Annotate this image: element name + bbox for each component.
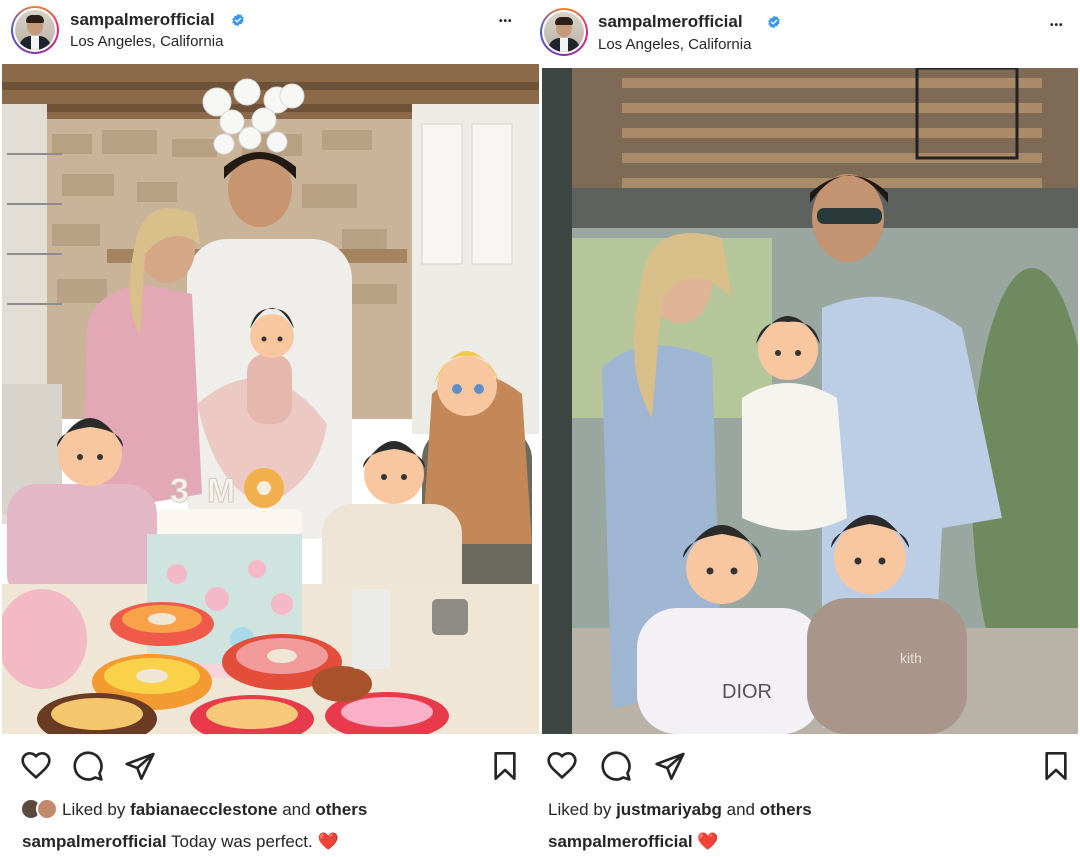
post-caption: sampalmerofficial Today was perfect. ❤️	[22, 832, 339, 852]
more-options-icon[interactable]: •••	[499, 16, 513, 27]
comment-icon[interactable]	[72, 750, 104, 782]
likes-joiner: and	[726, 800, 755, 819]
more-options-icon[interactable]: •••	[1050, 20, 1064, 31]
cake-topper: 3	[170, 472, 189, 510]
shirt-text: DIOR	[722, 681, 772, 703]
post-location[interactable]: Los Angeles, California	[598, 36, 751, 53]
emoji-face	[250, 308, 294, 358]
post-location[interactable]: Los Angeles, California	[70, 33, 223, 50]
caption-text: Today was perfect.	[170, 832, 313, 851]
post-header: sampalmerofficial Los Angeles, Californi…	[0, 0, 540, 64]
likes-others[interactable]: others	[760, 800, 812, 819]
post-actions	[0, 747, 540, 787]
bookmark-icon[interactable]	[489, 750, 521, 782]
likes-joiner: and	[282, 800, 311, 819]
liker-username[interactable]: justmariyabg	[616, 800, 722, 819]
verified-badge-icon	[232, 13, 244, 27]
likes-prefix: Liked by	[62, 800, 126, 819]
heart-icon[interactable]	[546, 750, 578, 782]
svg-text:M: M	[207, 472, 235, 510]
liker-username[interactable]: fabianaecclestone	[130, 800, 277, 819]
likes-others[interactable]: others	[315, 800, 367, 819]
red-heart-emoji: ❤️	[697, 832, 719, 851]
profile-avatar[interactable]	[540, 8, 588, 56]
share-icon[interactable]	[654, 750, 686, 782]
verified-badge-icon	[768, 15, 780, 29]
liker-avatar[interactable]	[36, 798, 58, 820]
likes-line: Liked by justmariyabg and others	[548, 800, 812, 820]
share-icon[interactable]	[124, 750, 156, 782]
post-username[interactable]: sampalmerofficial	[598, 12, 743, 32]
post-caption: sampalmerofficial ❤️	[548, 832, 718, 852]
caption-username[interactable]: sampalmerofficial	[548, 832, 693, 851]
likes-line: Liked by fabianaecclestone and others	[62, 800, 367, 820]
post-actions	[540, 747, 1080, 787]
red-heart-emoji: ❤️	[317, 832, 339, 851]
caption-username[interactable]: sampalmerofficial	[22, 832, 167, 851]
comment-icon[interactable]	[600, 750, 632, 782]
shirt-text: kith	[900, 650, 922, 666]
likes-prefix: Liked by	[548, 800, 612, 819]
bookmark-icon[interactable]	[1040, 750, 1072, 782]
post-header: sampalmerofficial Los Angeles, Californi…	[540, 0, 1080, 64]
post-photo[interactable]: 3 M	[2, 64, 539, 734]
post-username[interactable]: sampalmerofficial	[70, 10, 215, 30]
instagram-post-2: sampalmerofficial Los Angeles, Californi…	[540, 0, 1080, 857]
post-photo[interactable]: DIOR kith	[542, 68, 1078, 734]
profile-avatar[interactable]	[11, 6, 59, 54]
instagram-post-1: sampalmerofficial Los Angeles, Californi…	[0, 0, 540, 857]
heart-icon[interactable]	[20, 750, 52, 782]
